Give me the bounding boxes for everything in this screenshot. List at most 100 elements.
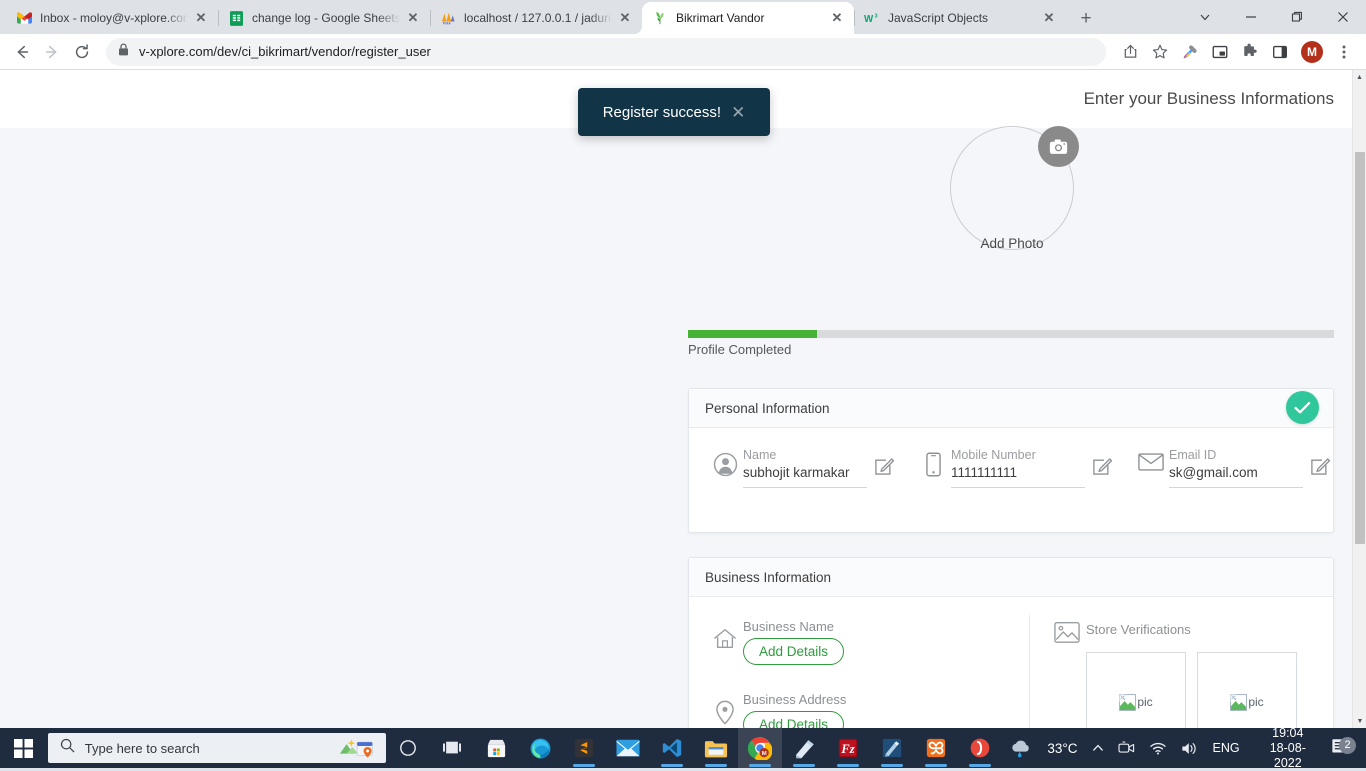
sublime-text-icon[interactable]: [562, 728, 606, 768]
weather-maps-icon[interactable]: [338, 734, 380, 763]
front-picture-frame[interactable]: pic: [1086, 652, 1186, 728]
microsoft-store-icon[interactable]: [474, 728, 518, 768]
task-view-icon[interactable]: [430, 728, 474, 768]
svg-text:PMA: PMA: [443, 21, 451, 25]
minimize-icon[interactable]: [1228, 0, 1274, 34]
svg-text:W: W: [864, 14, 874, 25]
edit-pencil-icon[interactable]: [1085, 446, 1119, 476]
windows-start-icon[interactable]: [0, 728, 48, 768]
profile-avatar[interactable]: M: [1301, 40, 1323, 63]
card-title: Personal Information: [705, 400, 830, 416]
microsoft-edge-icon[interactable]: [518, 728, 562, 768]
close-icon[interactable]: [1320, 0, 1366, 34]
tab-close-button[interactable]: ✕: [616, 9, 634, 27]
business-address-field: Business Address Add Details: [707, 692, 1029, 728]
card-header: Personal Information: [689, 389, 1333, 428]
notification-center-button[interactable]: 2: [1327, 736, 1360, 760]
edit-pencil-icon[interactable]: [867, 446, 901, 476]
toast-notification: Register success! ✕: [578, 88, 770, 136]
add-details-button-business-address[interactable]: Add Details: [743, 711, 845, 728]
browser-tab[interactable]: change log - Google Sheets ✕: [218, 2, 430, 34]
side-panel-icon[interactable]: [1266, 38, 1294, 66]
browser-tab[interactable]: W 3 JavaScript Objects ✕: [854, 2, 1066, 34]
toast-message: Register success!: [602, 103, 722, 121]
sticky-notes-icon[interactable]: [782, 728, 826, 768]
xampp-icon[interactable]: [914, 728, 958, 768]
email-field[interactable]: Email ID sk@gmail.com: [1169, 446, 1303, 488]
inside-picture-frame[interactable]: pic: [1197, 652, 1297, 728]
chevron-up-icon[interactable]: [1085, 728, 1111, 768]
tab-close-button[interactable]: ✕: [404, 9, 422, 27]
speaker-icon[interactable]: [1174, 728, 1206, 768]
profile-progress-bar: [688, 330, 1334, 338]
file-explorer-icon[interactable]: [694, 728, 738, 768]
card-title: Business Information: [705, 569, 832, 585]
meet-now-icon[interactable]: [1111, 728, 1142, 768]
mail-icon[interactable]: [606, 728, 650, 768]
close-icon[interactable]: ✕: [731, 104, 745, 121]
weather-rain-icon[interactable]: [1002, 728, 1040, 768]
name-field[interactable]: Name subhojit karmakar: [743, 446, 867, 488]
wifi-icon[interactable]: [1142, 728, 1174, 768]
add-photo-label: Add Photo: [980, 236, 1044, 251]
page-title: Enter your Business Informations: [1083, 89, 1334, 108]
browser-tab[interactable]: Inbox - moloy@v-xplore.com ✕: [6, 2, 218, 34]
tab-close-button[interactable]: ✕: [192, 9, 210, 27]
home-icon: [707, 619, 743, 651]
reload-icon[interactable]: [68, 38, 96, 66]
mobile-number-label: Mobile Number: [951, 448, 1036, 462]
store-verification-inside: pic Inside Picture: [1197, 652, 1297, 728]
card-body: Name subhojit karmakar Mobile Number 111…: [689, 428, 1333, 500]
restore-icon[interactable]: [1274, 0, 1320, 34]
blue-tool-icon[interactable]: [870, 728, 914, 768]
vertical-scrollbar[interactable]: ▲ ▼: [1352, 70, 1366, 728]
address-bar[interactable]: v-xplore.com/dev/ci_bikrimart/vendor/reg…: [106, 37, 1106, 66]
tab-close-button[interactable]: ✕: [828, 9, 846, 27]
camera-icon[interactable]: [1038, 126, 1079, 167]
back-arrow-icon[interactable]: [8, 38, 36, 66]
store-verifications-column: Store Verifications pic pic: [1030, 615, 1315, 728]
taskbar-search-box[interactable]: Type here to search: [47, 733, 387, 763]
mobile-number-field[interactable]: Mobile Number 1111111111: [951, 446, 1085, 488]
eyedropper-icon[interactable]: [1176, 38, 1204, 66]
scroll-up-arrow-icon[interactable]: ▲: [1353, 70, 1366, 84]
google-chrome-icon[interactable]: M: [738, 728, 783, 768]
address-bar-url: v-xplore.com/dev/ci_bikrimart/vendor/reg…: [139, 44, 431, 59]
extensions-puzzle-icon[interactable]: [1236, 38, 1264, 66]
profile-photo-uploader[interactable]: Add Photo: [950, 126, 1079, 251]
taskbar-app-icons: M Fz: [386, 728, 1002, 768]
taskbar-clock[interactable]: 19:04 18-08-2022: [1247, 726, 1327, 771]
edit-pencil-icon[interactable]: [1303, 446, 1337, 476]
browser-tab-active[interactable]: Bikrimart Vandor ✕: [634, 2, 854, 34]
broken-image-alt-text: pic: [1137, 695, 1153, 709]
browser-window: Inbox - moloy@v-xplore.com ✕ change log …: [0, 0, 1366, 728]
business-address-label: Business Address: [743, 692, 847, 707]
weather-temperature[interactable]: 33°C: [1040, 728, 1084, 768]
mobile-phone-icon: [915, 446, 951, 477]
chrome-menu-icon[interactable]: [1330, 38, 1358, 66]
cortana-circle-icon[interactable]: [386, 728, 430, 768]
forward-arrow-icon: [38, 38, 66, 66]
browser-tab[interactable]: PMA localhost / 127.0.0.1 / jadurid ✕: [430, 2, 642, 34]
bikrimart-icon: [652, 10, 668, 26]
bookmark-star-icon[interactable]: [1146, 38, 1174, 66]
envelope-icon: [1133, 446, 1169, 472]
phpmyadmin-icon: PMA: [440, 10, 456, 26]
tab-title: Bikrimart Vandor: [676, 11, 765, 25]
new-tab-button[interactable]: +: [1072, 4, 1100, 32]
w3schools-icon: W 3: [864, 10, 880, 26]
vs-code-icon[interactable]: [650, 728, 694, 768]
filezilla-icon[interactable]: Fz: [826, 728, 870, 768]
scrollbar-thumb[interactable]: [1355, 152, 1365, 544]
chevron-down-icon[interactable]: [1182, 0, 1228, 34]
language-indicator[interactable]: ENG: [1206, 728, 1247, 768]
picture-in-picture-icon[interactable]: [1206, 38, 1234, 66]
tab-close-button[interactable]: ✕: [1040, 9, 1058, 27]
share-icon[interactable]: [1116, 38, 1144, 66]
store-verification-front: pic Front Picture: [1086, 652, 1186, 728]
opera-icon[interactable]: [958, 728, 1002, 768]
search-icon: [60, 738, 75, 758]
add-details-button-business-name[interactable]: Add Details: [743, 638, 845, 665]
personal-information-card: Personal Information Name subhojit karma…: [688, 388, 1334, 533]
browser-toolbar: v-xplore.com/dev/ci_bikrimart/vendor/reg…: [0, 34, 1366, 70]
